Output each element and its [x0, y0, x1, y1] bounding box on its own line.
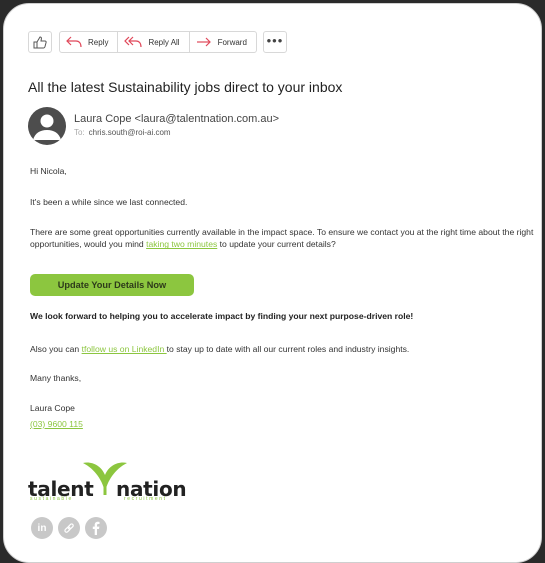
reply-icon [66, 36, 82, 48]
forward-icon [196, 37, 211, 47]
linkedin-icon[interactable]: in [31, 517, 53, 539]
recipient-line: To: chris.south@roi-ai.com [74, 128, 171, 137]
taking-two-minutes-link[interactable]: taking two minutes [146, 239, 217, 249]
forward-button[interactable]: Forward [188, 32, 256, 52]
to-label: To: [74, 128, 85, 137]
link-icon[interactable] [58, 517, 80, 539]
more-actions-button[interactable]: ••• [262, 31, 287, 53]
thumbs-up-icon [33, 35, 47, 48]
linkedin-glyph: in [37, 522, 47, 534]
email-reading-pane: Reply Reply All Forward ••• All the late… [3, 3, 542, 563]
person-icon [33, 114, 61, 140]
update-details-button[interactable]: Update Your Details Now [30, 274, 194, 296]
signature-name: Laura Cope [30, 403, 75, 413]
follow-linkedin-link[interactable]: tfollow us on LinkedIn [82, 344, 167, 354]
email-subject: All the latest Sustainability jobs direc… [28, 79, 343, 95]
reply-all-icon [124, 36, 143, 48]
paragraph-linkedin: Also you can tfollow us on LinkedIn to s… [30, 343, 535, 355]
sender-avatar [28, 107, 66, 145]
paragraph-opportunities: There are some great opportunities curre… [30, 226, 535, 251]
facebook-f-icon [92, 521, 100, 535]
recipient-address[interactable]: chris.south@roi-ai.com [89, 128, 171, 137]
reply-actions: Reply Reply All Forward [59, 31, 257, 53]
reply-button[interactable]: Reply [60, 32, 117, 52]
greeting: Hi Nicola, [30, 166, 67, 176]
logo-tagline-right: recruitment [124, 496, 167, 502]
paragraph-accelerate: We look forward to helping you to accele… [30, 311, 414, 321]
forward-label: Forward [217, 37, 247, 47]
logo-tagline-left: sustainable [30, 496, 73, 502]
reply-all-button[interactable]: Reply All [117, 32, 188, 52]
social-links: in [31, 517, 107, 539]
chain-link-icon [64, 523, 74, 533]
paragraph-intro: It's been a while since we last connecte… [30, 197, 188, 207]
signoff: Many thanks, [30, 373, 82, 383]
signature-phone-link[interactable]: (03) 9600 115 [30, 418, 83, 430]
facebook-icon[interactable] [85, 517, 107, 539]
paragraph-linkedin-text: Also you can [30, 344, 82, 354]
paragraph-linkedin-end: to stay up to date with all our current … [166, 344, 410, 354]
message-toolbar: Reply Reply All Forward ••• [28, 31, 287, 53]
paragraph-opportunities-end: to update your current details? [217, 239, 336, 250]
more-icon: ••• [266, 33, 284, 48]
sender-name[interactable]: Laura Cope <laura@talentnation.com.au> [74, 113, 279, 125]
reply-all-label: Reply All [148, 37, 180, 47]
talent-nation-logo: talent nation sustainable recruitment [28, 453, 188, 503]
like-button[interactable] [28, 31, 52, 53]
reply-label: Reply [88, 37, 109, 47]
